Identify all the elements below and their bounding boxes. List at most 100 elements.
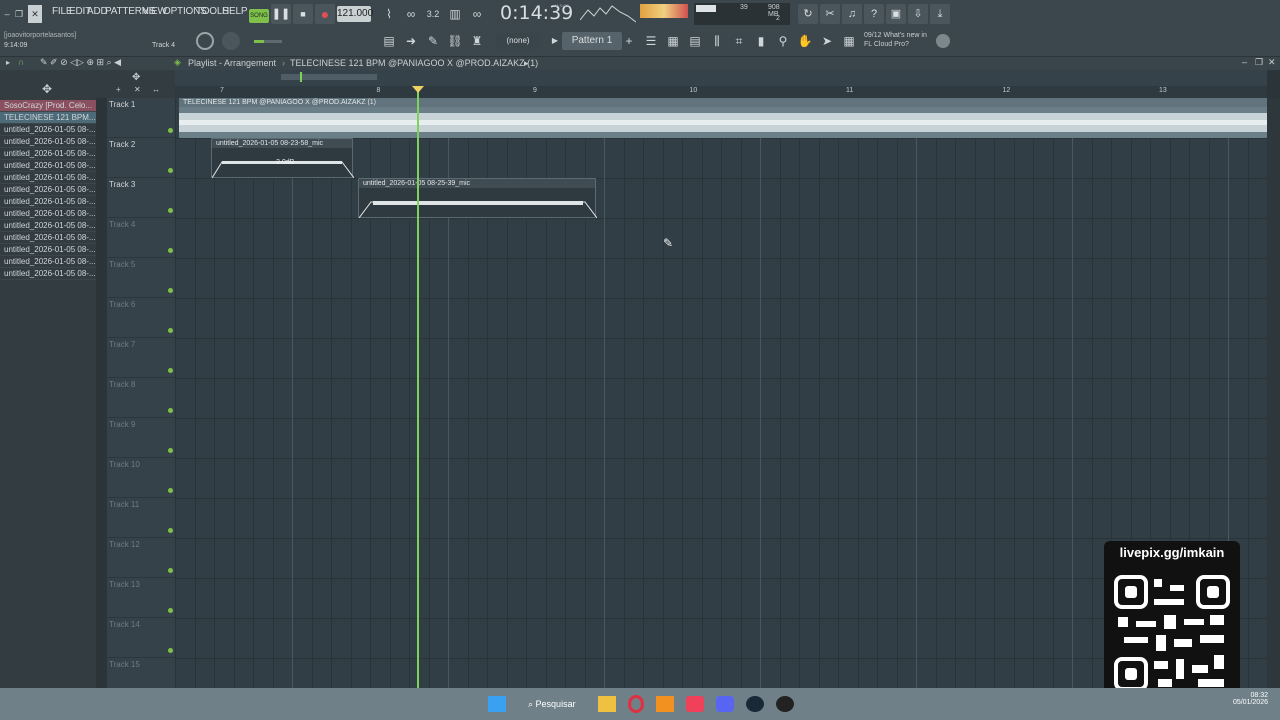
discord-icon[interactable]: [716, 696, 734, 712]
record-button[interactable]: ●: [315, 4, 335, 24]
save-icon[interactable]: ▣: [886, 4, 906, 24]
browser-item[interactable]: untitled_2026-01-05 08-...: [0, 220, 96, 232]
calendar-icon[interactable]: ▦: [840, 32, 858, 50]
track-header[interactable]: Track 9: [107, 418, 175, 458]
track-header[interactable]: Track 8: [107, 378, 175, 418]
track-header[interactable]: Track 12: [107, 538, 175, 578]
project-tree-icon[interactable]: ⌗: [730, 32, 748, 50]
channel-rack-icon[interactable]: ☰: [642, 32, 660, 50]
track-header[interactable]: Track 10: [107, 458, 175, 498]
browser-item[interactable]: untitled_2026-01-05 08-...: [0, 196, 96, 208]
tempo-display[interactable]: 121.000: [337, 6, 373, 22]
countdown-icon[interactable]: 3.2: [424, 5, 442, 23]
music-app-icon[interactable]: [686, 696, 704, 712]
track-mute-icon[interactable]: [168, 608, 173, 613]
menu-help[interactable]: HELP: [222, 6, 248, 20]
track-mute-icon[interactable]: [168, 568, 173, 573]
mic-icon[interactable]: ♫: [842, 4, 862, 24]
plugin-database-icon[interactable]: ▮: [752, 32, 770, 50]
draw-tool-icon[interactable]: ✎ ✐ ⊘ ◁▷ ⊕ ⊞ ⌕ ◀: [40, 57, 121, 68]
playlist-minimize-icon[interactable]: –: [1242, 57, 1247, 67]
export-icon[interactable]: ⇩: [908, 4, 928, 24]
pattern-prev-icon[interactable]: ▶: [550, 32, 560, 50]
browser-item[interactable]: untitled_2026-01-05 08-...: [0, 148, 96, 160]
track-mute-icon[interactable]: [168, 488, 173, 493]
obs-icon[interactable]: [776, 696, 794, 712]
track-mute-icon[interactable]: [168, 128, 173, 133]
pattern-select[interactable]: Pattern 1: [562, 32, 622, 50]
fl-studio-icon[interactable]: [656, 696, 674, 712]
browser-item[interactable]: untitled_2026-01-05 08-...: [0, 268, 96, 280]
metronome-icon[interactable]: ⌇: [380, 5, 398, 23]
track-mute-icon[interactable]: [168, 368, 173, 373]
download-icon[interactable]: ⤓: [930, 4, 950, 24]
loop-record-icon[interactable]: ∞: [468, 5, 486, 23]
track-mute-icon[interactable]: [168, 208, 173, 213]
playlist-icon[interactable]: ▤: [380, 32, 398, 50]
track-mute-icon[interactable]: [168, 648, 173, 653]
track-mute-icon[interactable]: [168, 528, 173, 533]
taskbar-clock[interactable]: 08:32 05/01/2026: [1226, 692, 1268, 706]
clip-telecinese[interactable]: TELECINESE 121 BPM @PANIAGOO X @PROD.AIZ…: [179, 98, 1267, 138]
track-header[interactable]: Track 13: [107, 578, 175, 618]
browser-item[interactable]: TELECINESE 121 BPM...: [0, 112, 96, 124]
track-add-icon[interactable]: +: [116, 85, 121, 94]
browser-item[interactable]: untitled_2026-01-05 08-...: [0, 232, 96, 244]
overview-bar[interactable]: [175, 70, 1267, 86]
track-header[interactable]: Track 2: [107, 138, 175, 178]
track-mute-icon[interactable]: [168, 168, 173, 173]
track-header[interactable]: Track 1: [107, 98, 175, 138]
playlist-close-icon[interactable]: ✕: [1268, 57, 1276, 68]
browser-item[interactable]: untitled_2026-01-05 08-...: [0, 124, 96, 136]
playhead-marker[interactable]: [412, 86, 424, 93]
track-header[interactable]: Track 7: [107, 338, 175, 378]
link-icon[interactable]: ⛓: [446, 32, 464, 50]
help-icon[interactable]: ?: [864, 4, 884, 24]
arrow-icon[interactable]: ➤: [818, 32, 836, 50]
stamp-icon[interactable]: ♜: [468, 32, 486, 50]
track-mute-icon[interactable]: [168, 328, 173, 333]
browser-item[interactable]: untitled_2026-01-05 08-...: [0, 244, 96, 256]
timeline-ruler[interactable]: 7 8 9 10 11 12 13: [175, 86, 1267, 98]
browser-item[interactable]: untitled_2026-01-05 08-...: [0, 208, 96, 220]
track-header[interactable]: Track 4: [107, 218, 175, 258]
browser-item[interactable]: untitled_2026-01-05 08-...: [0, 136, 96, 148]
track-mute-icon[interactable]: [168, 248, 173, 253]
clip-mic-1[interactable]: untitled_2026-01-05 08-23-58_mic 2.0dB: [211, 138, 354, 178]
opera-icon[interactable]: [628, 695, 644, 713]
overview-window[interactable]: [281, 74, 377, 80]
playlist-maximize-icon[interactable]: ❐: [1255, 57, 1263, 68]
paint-icon[interactable]: ✎: [424, 32, 442, 50]
wait-input-icon[interactable]: ∞: [402, 5, 420, 23]
stop-button[interactable]: ■: [293, 4, 313, 24]
undo-icon[interactable]: ↻: [798, 4, 818, 24]
master-slider[interactable]: [254, 40, 282, 43]
file-explorer-icon[interactable]: [598, 696, 616, 712]
browser-item[interactable]: untitled_2026-01-05 08-...: [0, 172, 96, 184]
track-header[interactable]: Track 5: [107, 258, 175, 298]
track-mute-icon[interactable]: [168, 288, 173, 293]
snap-select[interactable]: (none): [496, 33, 540, 49]
piano-roll-icon[interactable]: ▦: [664, 32, 682, 50]
clip-mic-2[interactable]: untitled_2026-01-05 08-25-39_mic: [358, 178, 597, 218]
cut-icon[interactable]: ✂: [820, 4, 840, 24]
track-header[interactable]: Track 3: [107, 178, 175, 218]
windows-start-icon[interactable]: [488, 696, 506, 712]
touch-controller-icon[interactable]: ✋: [796, 32, 814, 50]
playlist-menu-icon[interactable]: ▸: [6, 58, 10, 67]
track-header[interactable]: Track 11: [107, 498, 175, 538]
pattern-add-icon[interactable]: +: [624, 32, 634, 50]
snap-arrow-icon[interactable]: ➜: [402, 32, 420, 50]
track-remove-icon[interactable]: ✕: [134, 85, 141, 94]
track-mute-icon[interactable]: [168, 448, 173, 453]
step-edit-icon[interactable]: ▥: [446, 5, 464, 23]
browser-item[interactable]: untitled_2026-01-05 08-...: [0, 184, 96, 196]
pause-button[interactable]: ❚❚: [271, 4, 291, 24]
browser-item[interactable]: untitled_2026-01-05 08-...: [0, 256, 96, 268]
playhead[interactable]: [417, 86, 419, 688]
browser-item[interactable]: untitled_2026-01-05 08-...: [0, 160, 96, 172]
vertical-scrollbar[interactable]: [1267, 98, 1280, 688]
track-resize-icon[interactable]: ↔: [152, 85, 160, 94]
track-mute-icon[interactable]: [168, 408, 173, 413]
taskbar-search[interactable]: ⌕ Pesquisar: [528, 694, 588, 714]
